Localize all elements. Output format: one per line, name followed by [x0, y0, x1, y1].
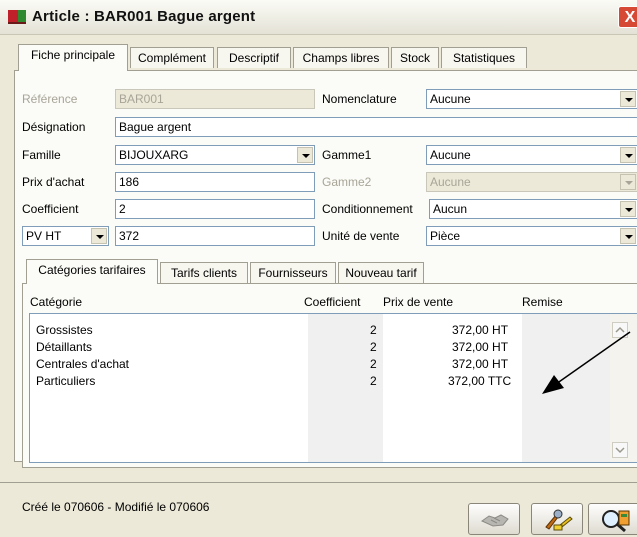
unite-vente-value: Pièce	[430, 229, 461, 243]
pv-mode-value: PV HT	[26, 229, 62, 243]
status-bar: Créé le 070606 - Modifié le 070606	[0, 482, 637, 537]
pv-value-field[interactable]: 372	[115, 226, 315, 246]
cell-categorie: Détaillants	[36, 340, 93, 354]
column-header-categorie[interactable]: Catégorie	[30, 294, 82, 310]
unite-vente-select[interactable]: Pièce	[426, 226, 637, 246]
tab-fiche-principale[interactable]: Fiche principale	[18, 44, 128, 71]
cell-prix: 372,00 HT	[452, 323, 509, 337]
coefficient-label: Coefficient	[22, 202, 79, 216]
reference-field: BAR001	[115, 89, 315, 109]
famille-select[interactable]: BIJOUXARG	[115, 145, 315, 165]
prix-achat-label: Prix d'achat	[22, 175, 85, 189]
cell-coefficient: 2	[370, 323, 377, 337]
designation-field[interactable]: Bague argent	[115, 117, 637, 137]
chevron-down-icon[interactable]	[91, 228, 107, 244]
handshake-button[interactable]	[468, 503, 520, 535]
tab-label: Champs libres	[302, 51, 380, 65]
pv-mode-select[interactable]: PV HT	[22, 226, 109, 246]
tools-button[interactable]	[531, 503, 583, 535]
article-book-icon	[8, 10, 26, 24]
scroll-down-icon[interactable]	[612, 442, 628, 458]
tab-label: Descriptif	[228, 51, 279, 65]
tab-label: Complément	[137, 51, 207, 65]
conditionnement-value: Aucun	[433, 202, 468, 216]
chevron-down-icon[interactable]	[620, 201, 636, 217]
subtab-tarifs-clients[interactable]: Tarifs clients	[160, 262, 248, 283]
conditionnement-label: Conditionnement	[322, 202, 413, 216]
reference-label: Référence	[22, 92, 78, 106]
tab-descriptif[interactable]: Descriptif	[217, 47, 291, 68]
gamme2-label: Gamme2	[322, 175, 372, 189]
nomenclature-label: Nomenclature	[322, 92, 397, 106]
gamme1-select[interactable]: Aucune	[426, 145, 637, 165]
subtab-nouveau-tarif[interactable]: Nouveau tarif	[338, 262, 424, 283]
handshake-icon	[481, 514, 509, 527]
search-icon	[602, 510, 630, 533]
cell-prix: 372,00 TTC	[448, 374, 512, 388]
chevron-down-icon[interactable]	[620, 91, 636, 107]
article-window: Article : BAR001 Bague argent X Fiche pr…	[0, 0, 637, 537]
table-row[interactable]: Centrales d'achat 2 372,00 HT	[30, 356, 610, 372]
gamme2-value: Aucune	[430, 175, 471, 189]
close-icon: X	[624, 9, 636, 26]
subtab-label: Tarifs clients	[170, 266, 238, 280]
column-header-prix[interactable]: Prix de vente	[383, 294, 453, 310]
cell-categorie: Grossistes	[36, 323, 93, 337]
chevron-down-icon[interactable]	[297, 147, 313, 163]
cell-categorie: Centrales d'achat	[36, 357, 130, 371]
column-header-coefficient[interactable]: Coefficient	[304, 294, 360, 310]
prix-achat-field[interactable]: 186	[115, 172, 315, 192]
table-row[interactable]: Grossistes 2 372,00 HT	[30, 322, 610, 338]
unite-vente-label: Unité de vente	[322, 229, 400, 243]
nomenclature-select[interactable]: Aucune	[426, 89, 637, 109]
tab-stock[interactable]: Stock	[391, 47, 439, 68]
famille-label: Famille	[22, 148, 61, 162]
famille-value: BIJOUXARG	[119, 148, 189, 162]
cell-coefficient: 2	[370, 357, 377, 371]
subtab-label: Catégories tarifaires	[38, 263, 146, 277]
table-row[interactable]: Détaillants 2 372,00 HT	[30, 339, 610, 355]
gamme2-select: Aucune	[426, 172, 637, 192]
cell-categorie: Particuliers	[36, 374, 96, 388]
gamme1-value: Aucune	[430, 148, 471, 162]
tab-complement[interactable]: Complément	[130, 47, 214, 68]
designation-label: Désignation	[22, 120, 86, 134]
subtab-categories-tarifaires[interactable]: Catégories tarifaires	[26, 259, 158, 284]
subtab-label: Fournisseurs	[258, 266, 328, 280]
close-button[interactable]: X	[618, 6, 637, 28]
column-header-remise[interactable]: Remise	[522, 294, 563, 310]
window-title: Article : BAR001 Bague argent	[32, 8, 256, 25]
tab-statistiques[interactable]: Statistiques	[441, 47, 527, 68]
gamme1-label: Gamme1	[322, 148, 372, 162]
chevron-down-icon[interactable]	[620, 228, 636, 244]
tab-label: Fiche principale	[30, 48, 116, 62]
annotation-arrow-icon	[542, 331, 631, 394]
conditionnement-select[interactable]: Aucun	[429, 199, 637, 219]
tools-icon	[545, 509, 573, 531]
subtab-fournisseurs[interactable]: Fournisseurs	[250, 262, 336, 283]
subtab-label: Nouveau tarif	[345, 266, 417, 280]
coefficient-field[interactable]: 2	[115, 199, 315, 219]
cell-prix: 372,00 HT	[452, 340, 509, 354]
title-bar[interactable]: Article : BAR001 Bague argent X	[0, 0, 637, 35]
status-text: Créé le 070606 - Modifié le 070606	[22, 500, 210, 514]
cell-prix: 372,00 HT	[452, 357, 509, 371]
nomenclature-value: Aucune	[430, 92, 471, 106]
search-button[interactable]	[588, 503, 637, 535]
tab-label: Statistiques	[452, 51, 516, 65]
cell-coefficient: 2	[370, 374, 377, 388]
table-row[interactable]: Particuliers 2 372,00 TTC	[30, 373, 610, 389]
tab-label: Stock	[399, 51, 430, 65]
chevron-down-icon	[620, 174, 636, 190]
tab-champs-libres[interactable]: Champs libres	[293, 47, 389, 68]
cell-coefficient: 2	[370, 340, 377, 354]
chevron-down-icon[interactable]	[620, 147, 636, 163]
